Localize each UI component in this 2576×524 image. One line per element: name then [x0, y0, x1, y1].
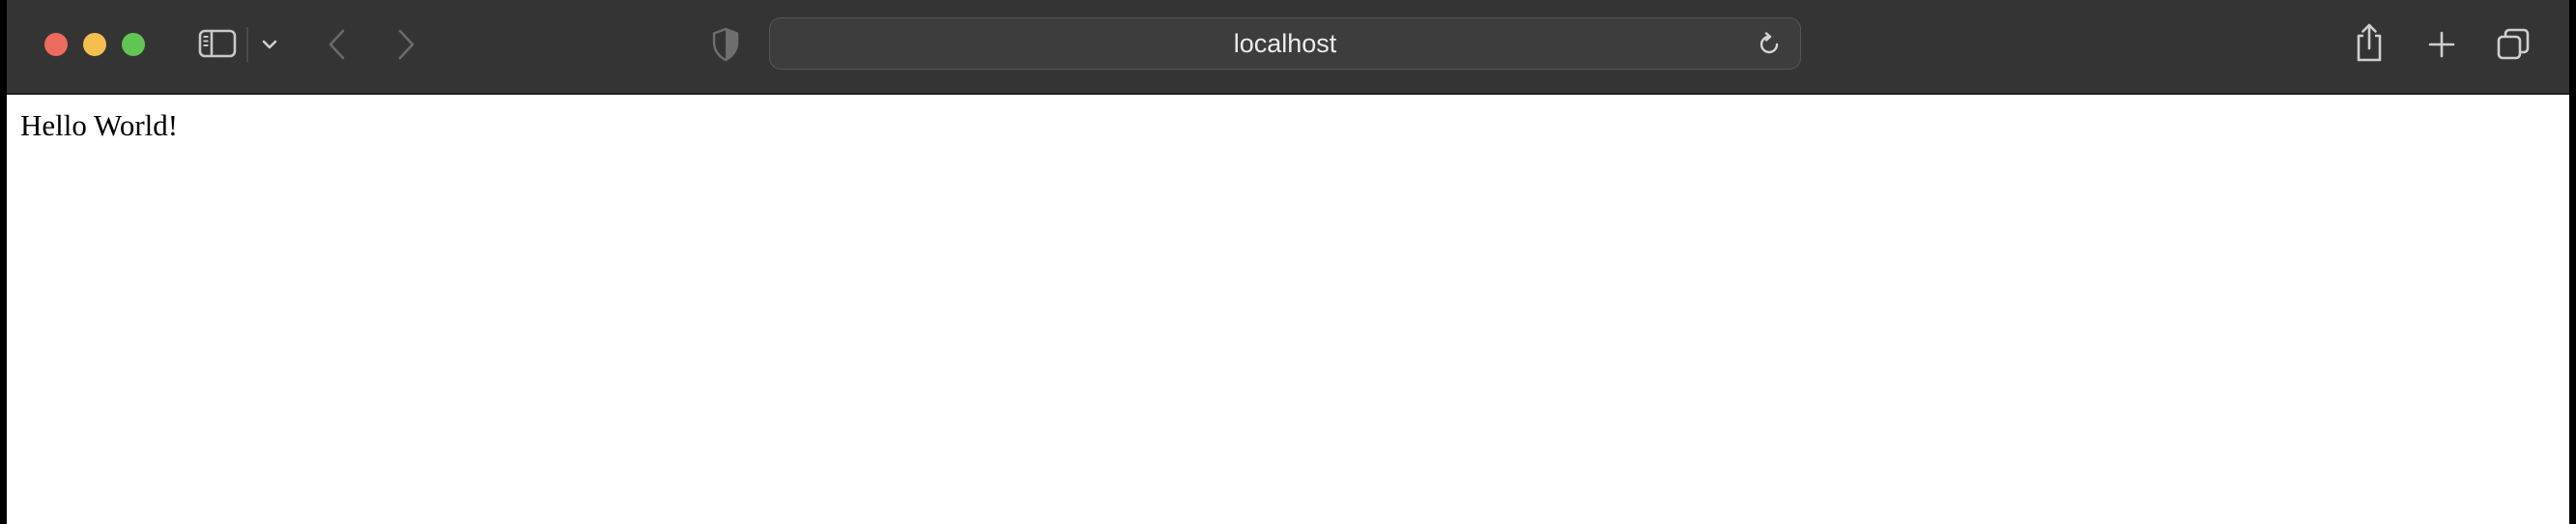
back-button[interactable] [318, 23, 357, 66]
toolbar-divider [246, 27, 248, 62]
sidebar-icon[interactable] [192, 25, 243, 62]
browser-toolbar: localhost [7, 0, 2569, 95]
minimize-window-button[interactable] [83, 33, 106, 56]
page-content: Hello World! [7, 95, 2569, 524]
url-text: localhost [1233, 28, 1337, 58]
tab-overview-icon[interactable] [2493, 23, 2533, 66]
forward-button[interactable] [386, 23, 425, 66]
reload-icon[interactable] [1754, 29, 1785, 60]
browser-window: localhost Hello World! [7, 0, 2569, 524]
close-window-button[interactable] [44, 33, 68, 56]
plus-icon[interactable] [2422, 23, 2461, 66]
hello-text: Hello World! [20, 108, 179, 142]
share-icon[interactable] [2350, 19, 2389, 66]
chevron-left-icon [329, 29, 345, 60]
chevron-down-icon[interactable] [254, 29, 285, 60]
shield-icon[interactable] [708, 25, 743, 64]
address-bar[interactable]: localhost [769, 17, 1801, 70]
maximize-window-button[interactable] [122, 33, 145, 56]
chevron-right-icon [398, 29, 415, 60]
